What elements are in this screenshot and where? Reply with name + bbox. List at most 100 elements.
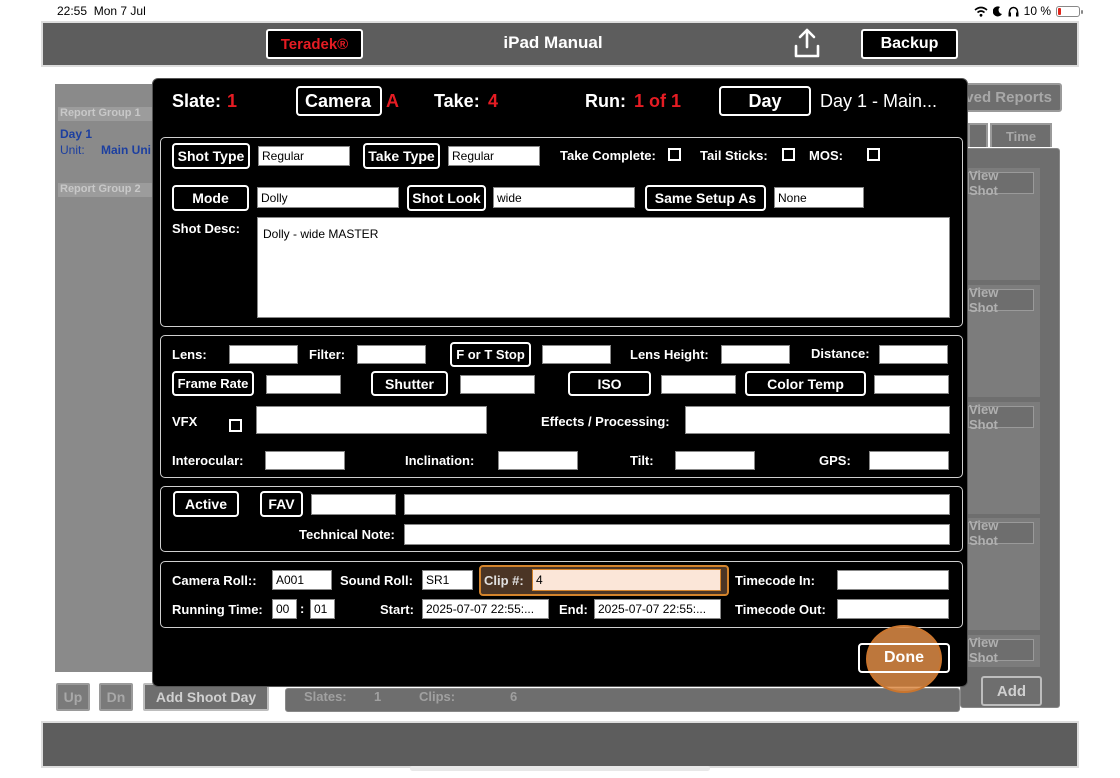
tilt-label: Tilt:: [630, 453, 654, 468]
teradek-button[interactable]: Teradek®: [266, 29, 363, 59]
shot-type-button[interactable]: Shot Type: [172, 143, 250, 169]
frame-rate-field[interactable]: [266, 375, 341, 394]
tab-stub[interactable]: [968, 123, 988, 147]
tail-sticks-label: Tail Sticks:: [700, 148, 768, 163]
color-temp-field[interactable]: [874, 375, 949, 394]
report-group-1-header: Report Group 1: [58, 107, 153, 121]
distance-field[interactable]: [879, 345, 948, 364]
headphones-icon: [1008, 6, 1019, 16]
timecode-in-field[interactable]: [837, 570, 949, 590]
view-shot-button[interactable]: View Shot: [968, 168, 1034, 198]
day-button[interactable]: Day: [719, 86, 811, 116]
shot-look-button[interactable]: Shot Look: [407, 185, 486, 211]
fav-field[interactable]: [311, 494, 396, 515]
iso-button[interactable]: ISO: [568, 371, 651, 396]
moon-icon: [992, 5, 1002, 16]
clip-number-field[interactable]: 4: [532, 569, 721, 591]
filter-field[interactable]: [357, 345, 426, 364]
shutter-button[interactable]: Shutter: [371, 371, 448, 396]
sound-roll-field[interactable]: SR1: [422, 570, 473, 590]
wifi-icon: [974, 6, 988, 17]
running-time-separator: :: [300, 601, 305, 616]
vfx-field[interactable]: [256, 406, 487, 434]
gps-label: GPS:: [819, 453, 851, 468]
up-button[interactable]: Up: [56, 683, 90, 711]
day-1-item[interactable]: Day 1: [60, 127, 92, 141]
end-field[interactable]: 2025-07-07 22:55:...: [594, 599, 721, 619]
saved-reports-button[interactable]: ved Reports: [960, 83, 1062, 112]
vfx-checkbox[interactable]: [229, 419, 242, 432]
iso-field[interactable]: [661, 375, 736, 394]
camera-value: A: [386, 91, 399, 111]
distance-label: Distance:: [811, 346, 870, 361]
view-shot-button[interactable]: View Shot: [968, 635, 1034, 665]
gps-field[interactable]: [869, 451, 949, 470]
footer-bar: [41, 721, 1079, 768]
run-value: 1 of 1: [634, 91, 682, 111]
shutter-field[interactable]: [460, 375, 535, 394]
active-button[interactable]: Active: [173, 491, 239, 517]
f-or-t-stop-field[interactable]: [542, 345, 611, 364]
note-field[interactable]: [404, 494, 950, 515]
color-temp-button[interactable]: Color Temp: [745, 371, 866, 396]
fav-button[interactable]: FAV: [260, 491, 303, 517]
start-field[interactable]: 2025-07-07 22:55:...: [422, 599, 549, 619]
lens-field[interactable]: [229, 345, 298, 364]
add-button[interactable]: Add: [981, 676, 1042, 706]
take-complete-checkbox[interactable]: [668, 148, 681, 161]
camera-roll-field[interactable]: A001: [272, 570, 332, 590]
technical-note-field[interactable]: [404, 524, 950, 545]
f-or-t-stop-button[interactable]: F or T Stop: [450, 342, 531, 367]
shot-look-field[interactable]: wide: [493, 187, 635, 208]
running-time-seconds[interactable]: 01: [310, 599, 335, 619]
take-type-field[interactable]: Regular: [448, 146, 540, 166]
take-edit-modal: Slate: 1 Camera A Take: 4 Run: 1 of 1 Da…: [152, 78, 968, 693]
timecode-out-field[interactable]: [837, 599, 949, 619]
slate-clip-summary: Slates: 1 Clips: 6: [285, 688, 960, 712]
add-shoot-day-button[interactable]: Add Shoot Day: [143, 683, 269, 711]
clips-label: Clips:: [419, 689, 456, 704]
start-label: Start:: [380, 602, 414, 617]
take-label: Take:: [434, 91, 480, 111]
shot-card: View Shot: [968, 168, 1040, 280]
camera-button[interactable]: Camera: [296, 86, 382, 116]
technical-note-label: Technical Note:: [299, 527, 395, 542]
mode-field[interactable]: Dolly: [257, 187, 399, 208]
backup-button[interactable]: Backup: [861, 29, 958, 59]
slates-value: 1: [374, 689, 382, 704]
view-shot-button[interactable]: View Shot: [968, 402, 1034, 432]
shot-card: View Shot: [968, 518, 1040, 630]
running-time-minutes[interactable]: 00: [272, 599, 297, 619]
timecode-out-label: Timecode Out:: [735, 602, 826, 617]
same-setup-button[interactable]: Same Setup As: [645, 185, 766, 211]
tilt-field[interactable]: [675, 451, 755, 470]
mos-checkbox[interactable]: [867, 148, 880, 161]
filter-label: Filter:: [309, 347, 346, 362]
lens-height-field[interactable]: [721, 345, 790, 364]
shot-desc-textarea[interactable]: Dolly - wide MASTER: [257, 217, 950, 318]
view-shot-button[interactable]: View Shot: [968, 285, 1034, 315]
inclination-field[interactable]: [498, 451, 578, 470]
same-setup-field[interactable]: None: [774, 187, 864, 208]
battery-icon: [1056, 5, 1083, 17]
day-value: Day 1 - Main...: [820, 91, 938, 111]
mode-button[interactable]: Mode: [172, 185, 249, 211]
interocular-field[interactable]: [265, 451, 345, 470]
down-button[interactable]: Dn: [99, 683, 133, 711]
effects-field[interactable]: [685, 406, 950, 434]
tab-time[interactable]: Time: [990, 123, 1052, 147]
frame-rate-button[interactable]: Frame Rate: [172, 371, 254, 396]
home-indicator: [410, 766, 710, 771]
slate-label: Slate:: [172, 91, 222, 111]
unit-label: Unit:: [60, 143, 85, 157]
view-shot-button[interactable]: View Shot: [968, 518, 1034, 548]
shot-card: View Shot: [968, 635, 1040, 667]
shot-type-field[interactable]: Regular: [258, 146, 350, 166]
end-label: End:: [559, 602, 588, 617]
share-icon[interactable]: [790, 26, 824, 60]
sound-roll-label: Sound Roll:: [340, 573, 413, 588]
inclination-label: Inclination:: [405, 453, 475, 468]
done-button[interactable]: Done: [858, 643, 950, 673]
take-type-button[interactable]: Take Type: [363, 143, 440, 169]
tail-sticks-checkbox[interactable]: [782, 148, 795, 161]
